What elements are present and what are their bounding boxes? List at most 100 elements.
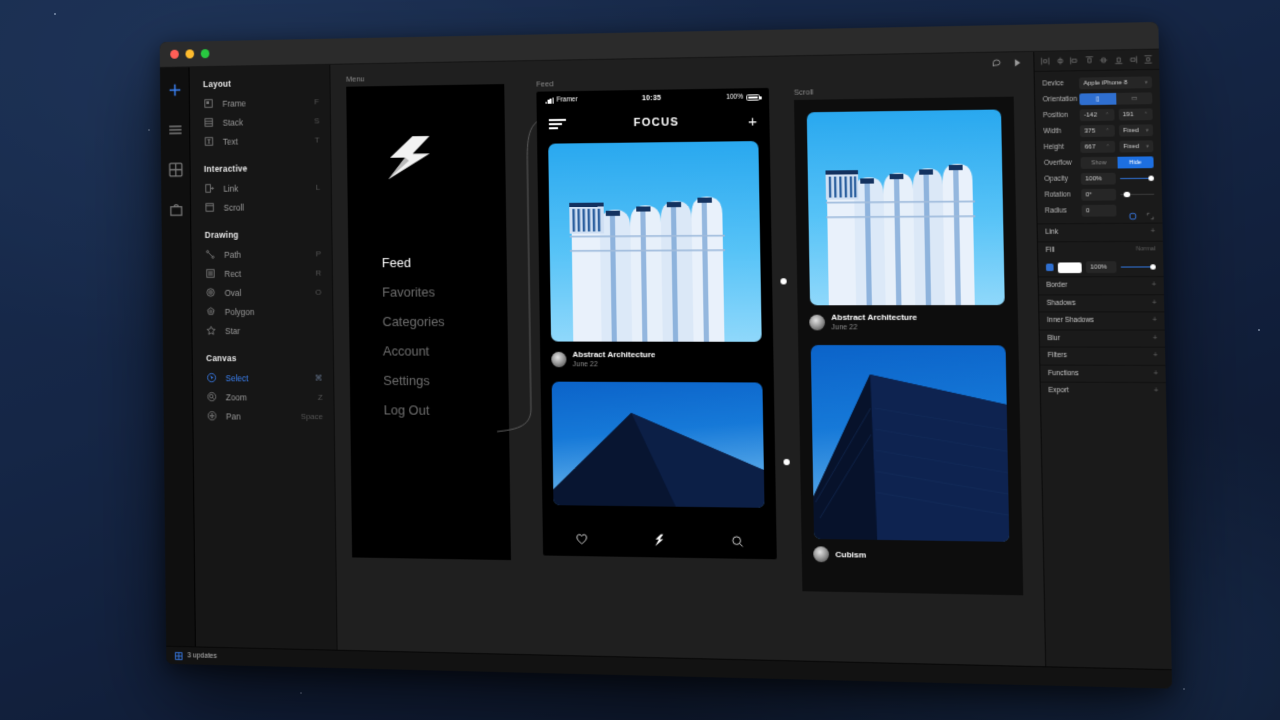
play-icon[interactable]	[1012, 57, 1023, 68]
search-icon[interactable]	[730, 535, 744, 549]
section-functions[interactable]: Functions +	[1040, 364, 1165, 382]
position-x-input[interactable]: -142 ⌃	[1080, 109, 1114, 121]
frame-label-menu[interactable]: Menu	[346, 74, 364, 83]
height-unit-select[interactable]: Fixed ▾	[1119, 140, 1154, 152]
fill-color-swatch[interactable]	[1058, 262, 1082, 273]
radius-per-corner-icon[interactable]	[1146, 206, 1155, 215]
orientation-landscape-icon[interactable]: ▭	[1116, 92, 1153, 104]
bag-icon[interactable]	[168, 201, 184, 218]
tool-scroll[interactable]: Scroll	[191, 197, 331, 217]
tool-polygon[interactable]: Polygon	[192, 302, 332, 321]
card-image-angular-building[interactable]	[552, 382, 765, 508]
tool-oval[interactable]: Oval O	[192, 283, 332, 302]
scroll-card-image-angular[interactable]	[811, 345, 1010, 542]
rotation-slider[interactable]	[1120, 188, 1154, 200]
menu-item-settings[interactable]: Settings	[383, 373, 508, 389]
width-input[interactable]: 375 ⌃	[1080, 125, 1114, 137]
orientation-segment[interactable]: ▯ ▭	[1079, 92, 1152, 105]
distribute-horizontal-icon[interactable]	[1041, 57, 1050, 66]
layers-icon[interactable]	[167, 121, 183, 138]
section-export[interactable]: Export +	[1041, 382, 1166, 400]
tool-link[interactable]: Link L	[191, 178, 331, 198]
add-icon[interactable]: +	[1153, 352, 1158, 360]
section-shadows[interactable]: Shadows +	[1039, 294, 1164, 312]
section-fill[interactable]: Fill Normal	[1038, 240, 1163, 258]
add-icon[interactable]: +	[1152, 299, 1157, 306]
design-canvas[interactable]: Menu Feed Favorites Categories Account S…	[330, 52, 1045, 686]
align-right-icon[interactable]	[1129, 55, 1138, 64]
hamburger-icon[interactable]	[549, 119, 566, 129]
add-icon[interactable]: +	[1154, 388, 1159, 396]
height-input[interactable]: 667 ⌃	[1080, 141, 1114, 153]
radius-input[interactable]: 0	[1082, 205, 1117, 217]
device-select[interactable]: Apple iPhone 8 ▾	[1079, 76, 1152, 89]
radius-uniform-icon[interactable]	[1128, 206, 1137, 215]
frame-label-scroll[interactable]: Scroll	[794, 87, 814, 97]
section-filters[interactable]: Filters +	[1040, 346, 1165, 364]
scroll-card-image-arched[interactable]	[807, 109, 1005, 305]
frame-scroll[interactable]: Abstract Architecture June 22 Cubism	[794, 97, 1023, 596]
connector-node-top[interactable]	[780, 278, 786, 284]
tool-stack[interactable]: Stack S	[190, 111, 330, 132]
overflow-hide-option[interactable]: Hide	[1117, 156, 1154, 168]
fill-opacity-slider[interactable]	[1121, 261, 1156, 273]
close-button[interactable]	[170, 50, 179, 59]
tool-select[interactable]: Select ⌘	[193, 368, 334, 388]
add-icon[interactable]: +	[1150, 228, 1155, 236]
position-y-input[interactable]: 191 ⌃	[1118, 108, 1153, 120]
align-center-horizontal-icon[interactable]	[1055, 57, 1064, 66]
tool-path[interactable]: Path P	[191, 244, 331, 264]
plus-icon[interactable]: +	[748, 114, 757, 130]
add-icon[interactable]: +	[1152, 282, 1157, 289]
tool-rect[interactable]: Rect R	[192, 263, 332, 283]
bolt-icon[interactable]	[652, 533, 666, 547]
minimize-button[interactable]	[185, 49, 194, 58]
fill-opacity-input[interactable]: 100%	[1086, 261, 1117, 273]
tool-label: Text	[223, 135, 306, 146]
tool-star[interactable]: Star	[192, 321, 332, 340]
frame-menu[interactable]: Feed Favorites Categories Account Settin…	[346, 84, 511, 560]
grid-icon[interactable]	[167, 161, 183, 178]
menu-item-account[interactable]: Account	[383, 343, 508, 359]
frame-phone-feed[interactable]: Framer 10:35 100% FOCUS + Abstract Archi…	[536, 88, 776, 559]
align-top-icon[interactable]	[1085, 56, 1094, 65]
overflow-segment[interactable]: Show Hide	[1081, 156, 1154, 168]
add-icon[interactable]: +	[1152, 317, 1157, 324]
opacity-slider[interactable]	[1120, 172, 1154, 184]
overflow-show-option[interactable]: Show	[1081, 157, 1118, 169]
tool-frame[interactable]: Frame F	[190, 92, 330, 113]
updates-label[interactable]: 3 updates	[187, 652, 217, 660]
fill-blend-mode[interactable]: Normal	[1136, 246, 1156, 253]
card-image-arched-building[interactable]	[548, 141, 762, 342]
heart-icon[interactable]	[575, 532, 588, 546]
tool-shortcut: S	[314, 116, 319, 125]
section-blur[interactable]: Blur +	[1040, 329, 1165, 347]
tool-pan[interactable]: Pan Space	[193, 406, 334, 426]
section-border[interactable]: Border +	[1039, 276, 1164, 294]
align-center-vertical-icon[interactable]	[1099, 56, 1108, 65]
menu-item-favorites[interactable]: Favorites	[382, 284, 507, 300]
orientation-portrait-icon[interactable]: ▯	[1079, 93, 1116, 105]
fill-enabled-checkbox[interactable]	[1046, 264, 1054, 271]
opacity-input[interactable]: 100%	[1081, 173, 1116, 185]
tool-zoom[interactable]: Zoom Z	[193, 387, 334, 407]
section-link[interactable]: Link +	[1038, 223, 1163, 241]
menu-item-logout[interactable]: Log Out	[384, 402, 509, 418]
add-icon[interactable]: +	[1153, 370, 1158, 378]
grid-icon	[175, 651, 183, 659]
rotation-input[interactable]: 0°	[1081, 189, 1116, 201]
frame-label-feed[interactable]: Feed	[536, 79, 553, 88]
menu-item-feed[interactable]: Feed	[382, 255, 507, 271]
tool-text[interactable]: Text T	[190, 130, 330, 151]
connector-node-bottom[interactable]	[783, 459, 789, 465]
align-left-icon[interactable]	[1070, 56, 1079, 65]
distribute-vertical-icon[interactable]	[1144, 55, 1153, 64]
width-unit-select[interactable]: Fixed ▾	[1118, 124, 1153, 136]
align-bottom-icon[interactable]	[1114, 56, 1123, 65]
section-inner-shadows[interactable]: Inner Shadows +	[1039, 311, 1164, 329]
add-icon[interactable]: +	[1153, 335, 1158, 343]
maximize-button[interactable]	[201, 49, 210, 58]
menu-item-categories[interactable]: Categories	[382, 314, 507, 329]
plus-icon[interactable]	[166, 81, 182, 98]
comment-icon[interactable]	[992, 58, 1003, 69]
